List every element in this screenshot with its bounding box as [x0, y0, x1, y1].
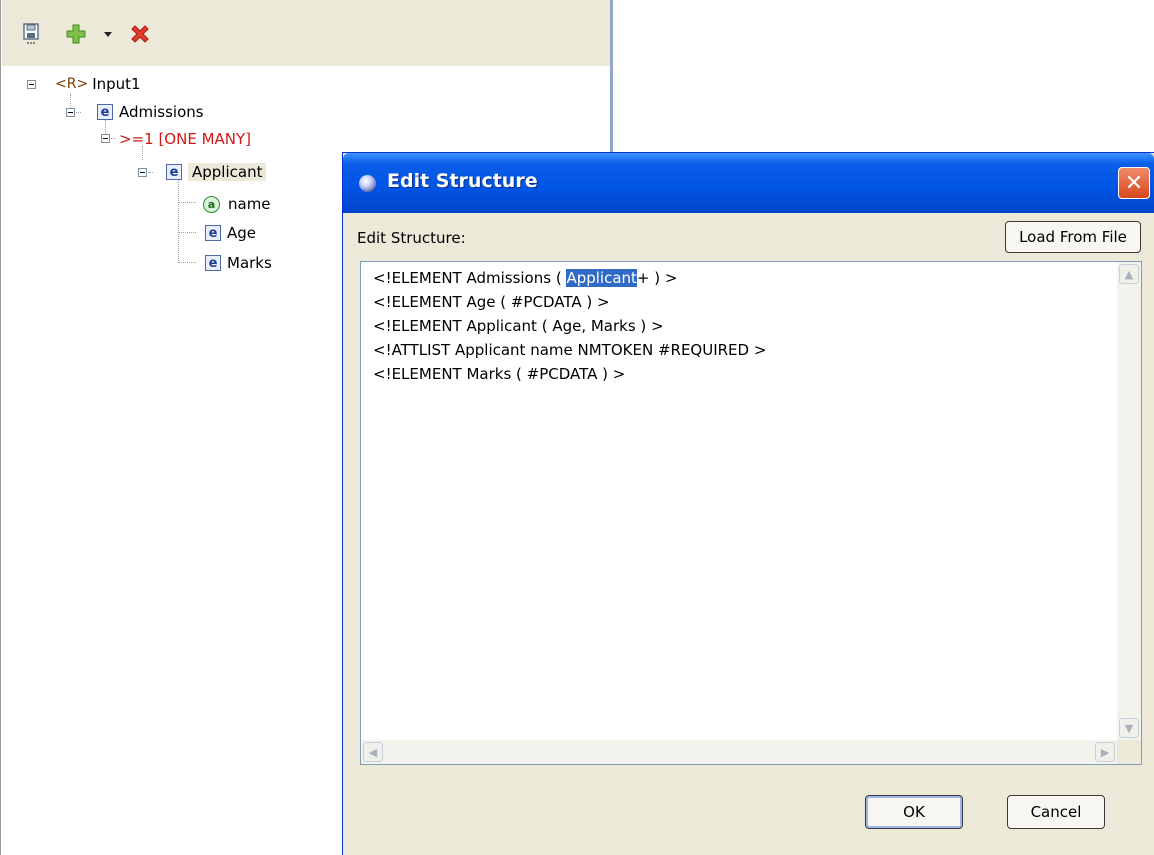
element-icon: e	[166, 164, 182, 180]
collapse-toggle[interactable]	[138, 168, 147, 177]
close-button[interactable]: ✕	[1118, 167, 1150, 199]
scroll-left-button[interactable]: ◀	[363, 742, 383, 762]
horizontal-scrollbar[interactable]: ◀ ▶	[361, 740, 1117, 764]
tree-node-cardinality[interactable]: >=1 [ONE MANY]	[119, 126, 251, 152]
tree-node-name[interactable]: a name	[203, 191, 271, 217]
structure-text[interactable]: <!ELEMENT Admissions ( Applicant+ ) > <!E…	[373, 266, 766, 386]
eclipse-icon	[359, 175, 376, 192]
dialog-body: Edit Structure: Load From File <!ELEMENT…	[343, 213, 1154, 855]
edit-structure-label: Edit Structure:	[357, 229, 466, 247]
scroll-right-button[interactable]: ▶	[1095, 742, 1115, 762]
collapse-toggle[interactable]	[66, 108, 75, 117]
tree-node-label: name	[228, 195, 271, 213]
text-selection: Applicant	[566, 269, 637, 287]
cancel-button[interactable]: Cancel	[1007, 795, 1105, 829]
save-icon[interactable]	[20, 22, 44, 46]
delete-icon[interactable]	[128, 22, 152, 46]
element-icon: e	[205, 225, 221, 241]
code-line-4: <!ATTLIST Applicant name NMTOKEN #REQUIR…	[373, 341, 767, 359]
code-line-5: <!ELEMENT Marks ( #PCDATA ) >	[373, 365, 626, 383]
edit-structure-dialog: Edit Structure ✕ Edit Structure: Load Fr…	[342, 152, 1154, 855]
scrollbar-corner	[1117, 740, 1141, 764]
tree-node-label: Marks	[227, 254, 272, 272]
tree-node-label: Applicant	[188, 163, 267, 181]
tree-node-label: Input1	[92, 75, 141, 93]
code-line-1: <!ELEMENT Admissions ( Applicant+ ) >	[373, 269, 678, 287]
collapse-toggle[interactable]	[27, 80, 36, 89]
tree-node-label: >=1 [ONE MANY]	[119, 130, 252, 148]
element-icon: e	[97, 104, 113, 120]
scroll-up-button[interactable]: ▲	[1119, 264, 1139, 284]
tree-node-admissions[interactable]: e Admissions	[97, 99, 204, 125]
load-from-file-button[interactable]: Load From File	[1005, 221, 1141, 253]
add-icon[interactable]	[64, 22, 88, 46]
attribute-icon: a	[203, 195, 220, 213]
vertical-scrollbar[interactable]: ▲ ▼	[1117, 262, 1141, 740]
tree-node-input1[interactable]: <R> Input1	[55, 71, 141, 97]
tree-node-marks[interactable]: e Marks	[205, 250, 272, 276]
ok-button[interactable]: OK	[865, 795, 963, 829]
element-icon: e	[205, 255, 221, 271]
close-icon: ✕	[1124, 170, 1144, 196]
code-line-2: <!ELEMENT Age ( #PCDATA ) >	[373, 293, 610, 311]
structure-text-area[interactable]: <!ELEMENT Admissions ( Applicant+ ) > <!E…	[360, 261, 1142, 765]
dialog-titlebar[interactable]: Edit Structure ✕	[343, 153, 1154, 213]
tree-node-label: Age	[227, 224, 257, 242]
tree-toolbar	[2, 0, 610, 66]
root-icon: <R>	[55, 76, 89, 92]
chevron-down-icon[interactable]	[98, 22, 118, 46]
tree-node-age[interactable]: e Age	[205, 220, 256, 246]
code-line-3: <!ELEMENT Applicant ( Age, Marks ) >	[373, 317, 664, 335]
dialog-title: Edit Structure	[387, 170, 538, 192]
scroll-down-button[interactable]: ▼	[1119, 718, 1139, 738]
tree-node-applicant[interactable]: e Applicant	[166, 159, 267, 185]
tree-node-label: Admissions	[119, 103, 204, 121]
collapse-toggle[interactable]	[101, 134, 110, 143]
